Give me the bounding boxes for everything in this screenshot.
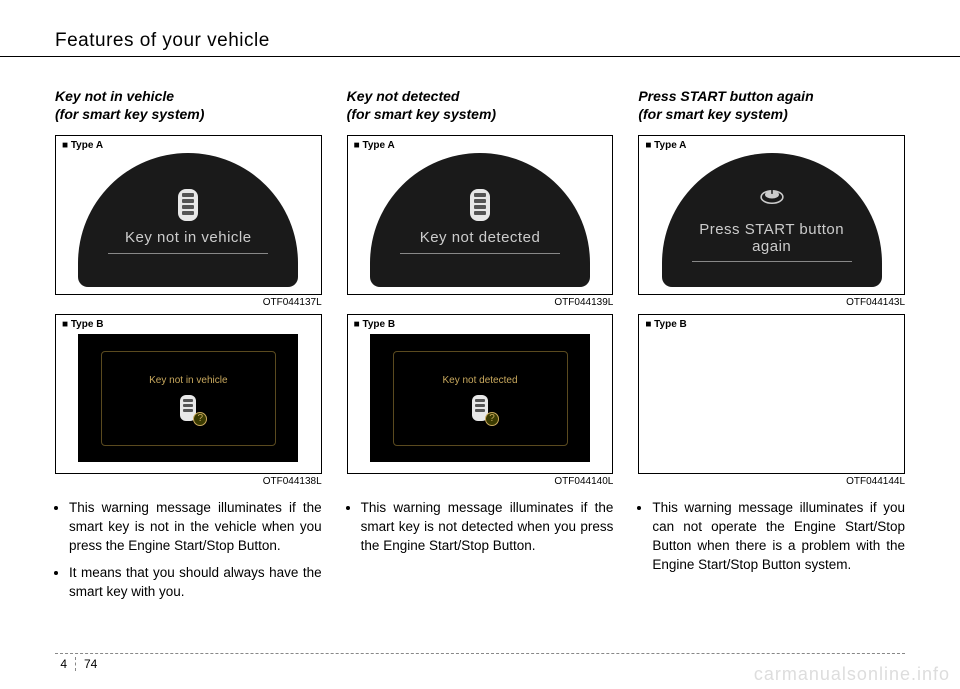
dashboard-display-a: Key not detected	[370, 153, 590, 287]
figure-type-a: ■ Type A Key not in vehicle	[55, 135, 322, 295]
dashboard-display-a: Press START button again	[662, 153, 882, 287]
key-fob-icon	[174, 187, 202, 223]
figure-code: OTF044138L	[55, 476, 322, 487]
figure-code: OTF044140L	[347, 476, 614, 487]
type-label: ■ Type A	[645, 140, 686, 151]
display-text: Key not detected	[410, 229, 551, 246]
key-fob-icon	[466, 187, 494, 223]
display-text: Key not in vehicle	[115, 229, 262, 246]
header-rule	[0, 56, 960, 57]
column-1: Key not in vehicle (for smart key system…	[55, 87, 322, 610]
figure-type-a: ■ Type A Press START button again	[638, 135, 905, 295]
display-text: Key not in vehicle	[149, 375, 227, 386]
footer-rule	[55, 653, 905, 654]
bullet-list: This warning message illuminates if you …	[638, 499, 905, 583]
section-title: Key not detected (for smart key system)	[347, 87, 614, 123]
column-3: Press START button again (for smart key …	[638, 87, 905, 610]
type-label: ■ Type A	[62, 140, 103, 151]
display-inner: Key not detected ?	[393, 351, 568, 446]
figure-code: OTF044139L	[347, 297, 614, 308]
display-divider	[108, 253, 268, 254]
header-title: Features of your vehicle	[55, 30, 905, 57]
start-button-icon	[758, 179, 786, 215]
bullet-item: This warning message illuminates if you …	[652, 499, 905, 575]
type-label: ■ Type B	[645, 319, 686, 330]
display-divider	[400, 253, 560, 254]
type-label: ■ Type A	[354, 140, 395, 151]
bullet-item: This warning message illuminates if the …	[69, 499, 322, 556]
display-text: Press START button again	[689, 221, 854, 256]
dashboard-display-b-blank	[662, 334, 882, 462]
section-title: Press START button again (for smart key …	[638, 87, 905, 123]
display-divider	[692, 261, 852, 262]
page-header: Features of your vehicle	[55, 30, 905, 57]
bullet-list: This warning message illuminates if the …	[347, 499, 614, 564]
figure-code: OTF044144L	[638, 476, 905, 487]
key-fob-icon: ?	[177, 394, 199, 422]
watermark: carmanualsonline.info	[754, 664, 950, 685]
page-number: 74	[84, 657, 97, 671]
figure-code: OTF044137L	[55, 297, 322, 308]
bullet-item: This warning message illuminates if the …	[361, 499, 614, 556]
type-label: ■ Type B	[62, 319, 103, 330]
figure-type-b: ■ Type B	[638, 314, 905, 474]
display-text: Key not detected	[442, 375, 517, 386]
question-badge-icon: ?	[193, 412, 207, 426]
display-inner: Key not in vehicle ?	[101, 351, 276, 446]
dashboard-display-a: Key not in vehicle	[78, 153, 298, 287]
type-label: ■ Type B	[354, 319, 395, 330]
question-badge-icon: ?	[485, 412, 499, 426]
column-2: Key not detected (for smart key system) …	[347, 87, 614, 610]
figure-type-b: ■ Type B Key not in vehicle ?	[55, 314, 322, 474]
chapter-number: 4	[55, 657, 67, 671]
figure-type-a: ■ Type A Key not detected	[347, 135, 614, 295]
dashboard-display-b: Key not in vehicle ?	[78, 334, 298, 462]
bullet-item: It means that you should always have the…	[69, 564, 322, 602]
key-fob-icon: ?	[469, 394, 491, 422]
section-title: Key not in vehicle (for smart key system…	[55, 87, 322, 123]
content-columns: Key not in vehicle (for smart key system…	[55, 87, 905, 610]
footer-divider	[75, 657, 76, 671]
bullet-list: This warning message illuminates if the …	[55, 499, 322, 609]
figure-type-b: ■ Type B Key not detected ?	[347, 314, 614, 474]
figure-code: OTF044143L	[638, 297, 905, 308]
dashboard-display-b: Key not detected ?	[370, 334, 590, 462]
